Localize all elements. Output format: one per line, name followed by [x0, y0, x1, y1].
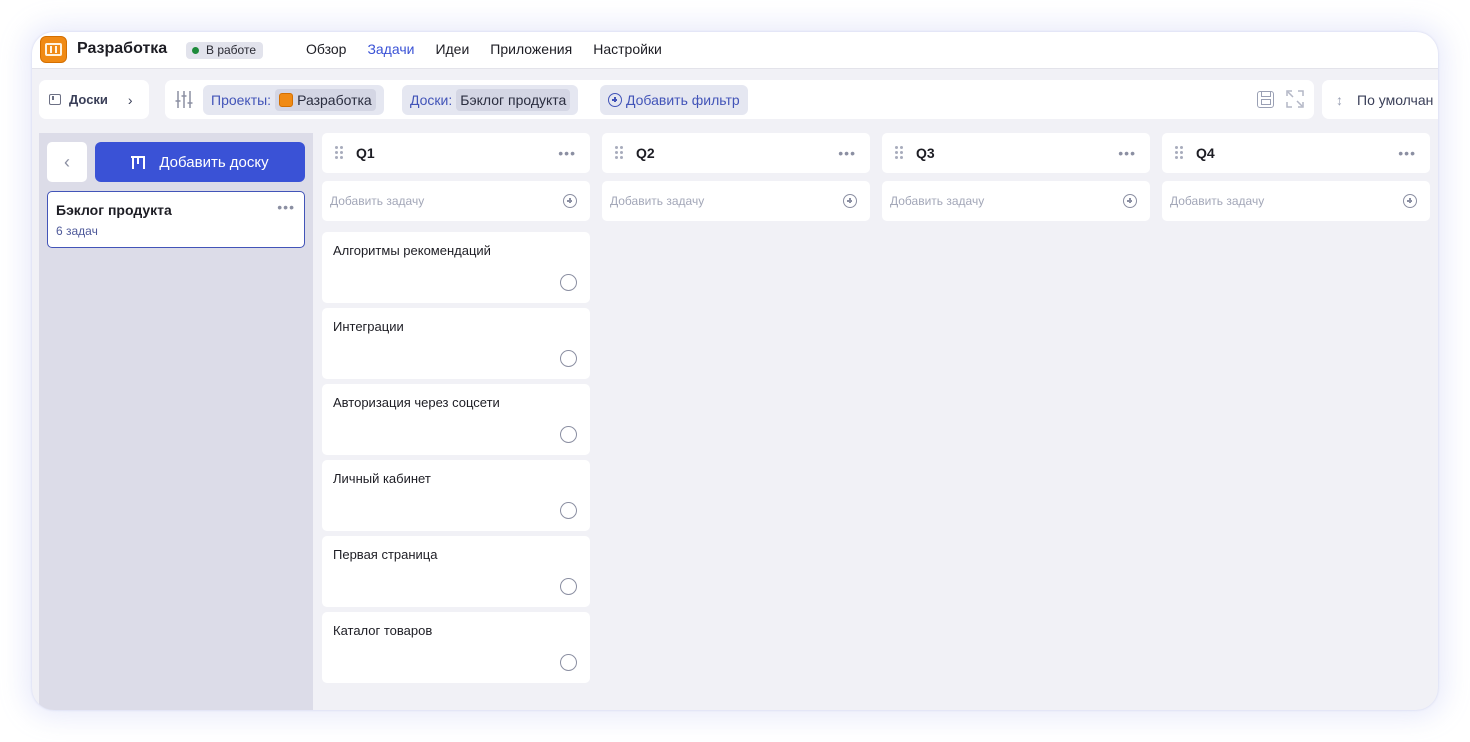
nav-overview[interactable]: Обзор: [306, 41, 346, 57]
complete-circle-icon[interactable]: [560, 502, 577, 519]
plus-circle-icon[interactable]: [1123, 194, 1137, 208]
filter-bar: Проекты: Разработка Доски: Бэклог продук…: [165, 80, 1314, 119]
boards-breadcrumb[interactable]: Доски ›: [39, 80, 149, 119]
board-card-title: Бэклог продукта: [56, 202, 172, 218]
more-icon[interactable]: •••: [277, 199, 295, 215]
add-board-icon: [131, 155, 149, 170]
task-title: Алгоритмы рекомендаций: [333, 243, 491, 258]
complete-circle-icon[interactable]: [560, 426, 577, 443]
top-header: Разработка В работе Обзор Задачи Идеи Пр…: [32, 32, 1438, 69]
add-task-placeholder: Добавить задачу: [610, 194, 705, 208]
task-title: Первая страница: [333, 547, 438, 562]
task-card[interactable]: Первая страница: [322, 536, 590, 607]
projects-filter-value-text: Разработка: [297, 92, 372, 108]
app-window: Разработка В работе Обзор Задачи Идеи Пр…: [32, 32, 1438, 710]
add-task-input[interactable]: Добавить задачу: [602, 181, 870, 221]
projects-filter-chip[interactable]: Проекты: Разработка: [203, 85, 384, 115]
add-task-placeholder: Добавить задачу: [890, 194, 985, 208]
save-icon[interactable]: [1257, 91, 1274, 108]
column-header: Q4 •••: [1162, 133, 1430, 173]
task-card[interactable]: Алгоритмы рекомендаций: [322, 232, 590, 303]
add-board-button[interactable]: Добавить доску: [95, 142, 305, 182]
nav-ideas[interactable]: Идеи: [435, 41, 469, 57]
task-card[interactable]: Авторизация через соцсети: [322, 384, 590, 455]
task-title: Авторизация через соцсети: [333, 395, 500, 410]
chevron-left-icon: ‹: [64, 151, 70, 172]
plus-circle-icon: [608, 93, 622, 107]
task-card[interactable]: Интеграции: [322, 308, 590, 379]
column-q3: Q3 ••• Добавить задачу: [882, 133, 1150, 223]
projects-filter-label: Проекты:: [211, 92, 272, 108]
projects-filter-value: Разработка: [275, 89, 376, 111]
task-card[interactable]: Личный кабинет: [322, 460, 590, 531]
plus-circle-icon[interactable]: [1403, 194, 1417, 208]
sliders-icon[interactable]: [174, 90, 194, 109]
plus-circle-icon[interactable]: [843, 194, 857, 208]
main-nav: Обзор Задачи Идеи Приложения Настройки: [306, 41, 662, 57]
app-title: Разработка: [77, 40, 168, 57]
column-title: Q1: [356, 145, 375, 161]
sort-label: По умолчан: [1357, 91, 1434, 108]
status-dot-icon: [192, 47, 199, 54]
column-q1: Q1 ••• Добавить задачу Алгоритмы рекомен…: [322, 133, 590, 685]
drag-handle-icon[interactable]: [895, 146, 903, 160]
more-icon[interactable]: •••: [1398, 145, 1416, 161]
column-title: Q3: [916, 145, 935, 161]
add-filter-label: Добавить фильтр: [626, 92, 740, 108]
column-header: Q3 •••: [882, 133, 1150, 173]
collapse-sidebar-button[interactable]: ‹: [47, 142, 87, 182]
task-card[interactable]: Каталог товаров: [322, 612, 590, 683]
nav-settings[interactable]: Настройки: [593, 41, 662, 57]
more-icon[interactable]: •••: [838, 145, 856, 161]
more-icon[interactable]: •••: [1118, 145, 1136, 161]
boards-filter-value: Бэклог продукта: [456, 89, 571, 111]
drag-handle-icon[interactable]: [335, 146, 343, 160]
add-board-label: Добавить доску: [159, 153, 269, 171]
boards-filter-chip[interactable]: Доски: Бэклог продукта: [402, 85, 579, 115]
complete-circle-icon[interactable]: [560, 274, 577, 291]
more-icon[interactable]: •••: [558, 145, 576, 161]
task-title: Интеграции: [333, 319, 404, 334]
boards-crumb-label: Доски: [69, 92, 108, 107]
complete-circle-icon[interactable]: [560, 578, 577, 595]
add-task-placeholder: Добавить задачу: [1170, 194, 1265, 208]
boards-filter-label: Доски:: [410, 92, 453, 108]
column-title: Q4: [1196, 145, 1215, 161]
column-title: Q2: [636, 145, 655, 161]
boards-sidebar: ‹ Добавить доску Бэклог продукта 6 задач…: [39, 133, 313, 710]
project-logo-icon: [279, 93, 294, 107]
status-label: В работе: [206, 43, 257, 57]
nav-tasks[interactable]: Задачи: [367, 41, 414, 57]
expand-icon[interactable]: [1286, 90, 1304, 108]
column-q4: Q4 ••• Добавить задачу: [1162, 133, 1430, 223]
app-logo-icon[interactable]: [40, 36, 67, 63]
drag-handle-icon[interactable]: [1175, 146, 1183, 160]
complete-circle-icon[interactable]: [560, 654, 577, 671]
column-q2: Q2 ••• Добавить задачу: [602, 133, 870, 223]
chevron-right-icon: ›: [127, 91, 133, 108]
nav-apps[interactable]: Приложения: [490, 41, 572, 57]
sort-arrows-icon: ↕: [1336, 91, 1343, 108]
add-task-input[interactable]: Добавить задачу: [1162, 181, 1430, 221]
plus-circle-icon[interactable]: [563, 194, 577, 208]
column-header: Q1 •••: [322, 133, 590, 173]
task-title: Каталог товаров: [333, 623, 433, 638]
drag-handle-icon[interactable]: [615, 146, 623, 160]
task-title: Личный кабинет: [333, 471, 431, 486]
status-badge[interactable]: В работе: [186, 42, 264, 59]
board-card-count: 6 задач: [56, 224, 98, 238]
sort-dropdown[interactable]: ↕ По умолчан: [1322, 80, 1438, 119]
board-card[interactable]: Бэклог продукта 6 задач •••: [47, 191, 305, 248]
board-icon: [49, 94, 61, 105]
add-task-input[interactable]: Добавить задачу: [322, 181, 590, 221]
add-task-placeholder: Добавить задачу: [330, 194, 425, 208]
add-filter-button[interactable]: Добавить фильтр: [600, 85, 748, 115]
complete-circle-icon[interactable]: [560, 350, 577, 367]
add-task-input[interactable]: Добавить задачу: [882, 181, 1150, 221]
column-header: Q2 •••: [602, 133, 870, 173]
